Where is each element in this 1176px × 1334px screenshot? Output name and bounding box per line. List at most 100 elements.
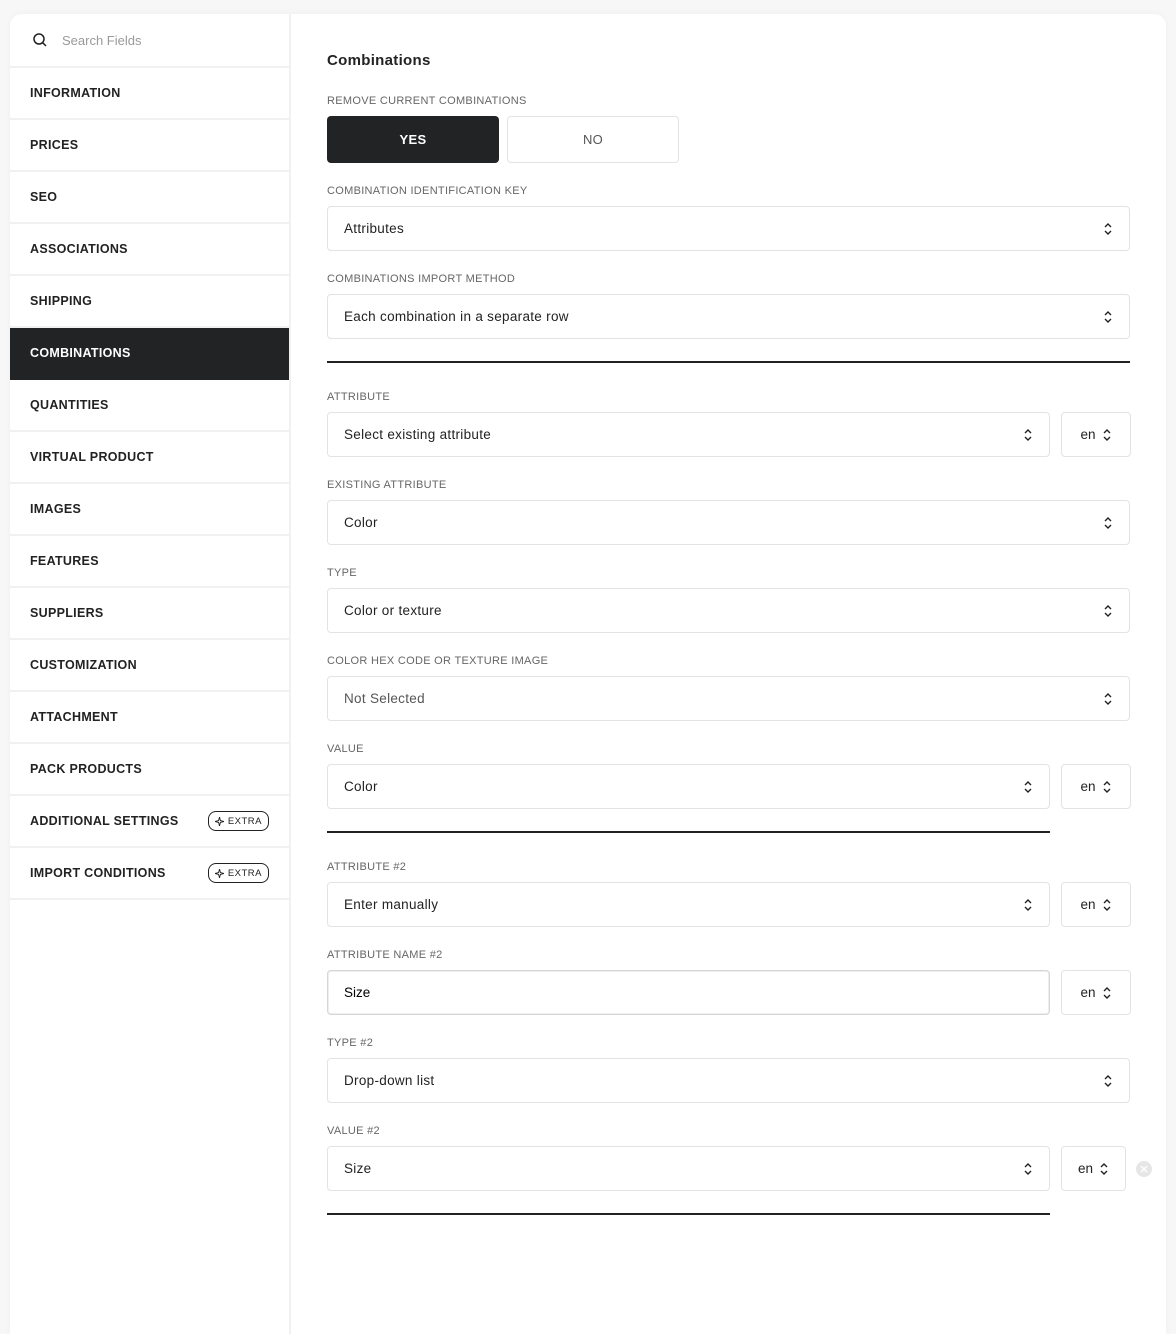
attribute-lang-select[interactable]: en — [1061, 412, 1131, 457]
value-label: VALUE — [327, 743, 364, 755]
sidebar-item-attachment[interactable]: ATTACHMENT — [10, 692, 289, 744]
sidebar-item-features[interactable]: FEATURES — [10, 536, 289, 588]
sidebar-item-quantities[interactable]: QUANTITIES — [10, 380, 289, 432]
attribute-name2-lang-select[interactable]: en — [1061, 970, 1131, 1015]
sidebar-item-pack-products[interactable]: PACK PRODUCTS — [10, 744, 289, 796]
sidebar-item-combinations[interactable]: COMBINATIONS — [10, 328, 289, 380]
color-hex-value: Not Selected — [344, 691, 425, 706]
remove-attribute-button[interactable] — [1136, 1160, 1152, 1177]
sidebar-item-label: COMBINATIONS — [30, 346, 131, 360]
sidebar-item-label: CUSTOMIZATION — [30, 658, 137, 672]
existing-attribute-value: Color — [344, 515, 378, 530]
id-key-label: COMBINATION IDENTIFICATION KEY — [327, 185, 528, 197]
chevron-updown-icon — [1100, 1162, 1108, 1175]
remove-combinations-label: REMOVE CURRENT COMBINATIONS — [327, 95, 527, 107]
sidebar-item-label: ATTACHMENT — [30, 710, 118, 724]
attribute-select[interactable]: Select existing attribute — [327, 412, 1050, 457]
sidebar-item-label: PRICES — [30, 138, 79, 152]
value2-select[interactable]: Size — [327, 1146, 1050, 1191]
sidebar-item-associations[interactable]: ASSOCIATIONS — [10, 224, 289, 276]
sidebar-item-images[interactable]: IMAGES — [10, 484, 289, 536]
remove-combinations-toggle: YES NO — [327, 116, 1166, 163]
type2-select[interactable]: Drop-down list — [327, 1058, 1130, 1103]
sidebar-item-import-conditions[interactable]: IMPORT CONDITIONS EXTRA — [10, 848, 289, 900]
type2-value: Drop-down list — [344, 1073, 435, 1088]
sidebar-item-customization[interactable]: CUSTOMIZATION — [10, 640, 289, 692]
chevron-updown-icon — [1104, 692, 1112, 705]
type-select[interactable]: Color or texture — [327, 588, 1130, 633]
sidebar-item-label: IMAGES — [30, 502, 82, 516]
yes-button[interactable]: YES — [327, 116, 499, 163]
attribute-name2-input[interactable] — [327, 970, 1050, 1015]
existing-attribute-label: EXISTING ATTRIBUTE — [327, 479, 447, 491]
chevron-updown-icon — [1103, 986, 1111, 999]
color-hex-select[interactable]: Not Selected — [327, 676, 1130, 721]
attribute2-value: Enter manually — [344, 897, 439, 912]
color-hex-label: COLOR HEX CODE OR TEXTURE IMAGE — [327, 655, 549, 667]
attribute2-select[interactable]: Enter manually — [327, 882, 1050, 927]
search-field[interactable] — [10, 14, 289, 68]
id-key-select[interactable]: Attributes — [327, 206, 1130, 251]
chevron-updown-icon — [1104, 310, 1112, 323]
extra-badge: EXTRA — [207, 811, 269, 831]
value-value: Color — [344, 779, 378, 794]
search-input[interactable] — [62, 32, 262, 48]
import-method-label: COMBINATIONS IMPORT METHOD — [327, 273, 516, 285]
sidebar-item-shipping[interactable]: SHIPPING — [10, 276, 289, 328]
sidebar-item-virtual-product[interactable]: VIRTUAL PRODUCT — [10, 432, 289, 484]
import-settings-card: INFORMATION PRICES SEO ASSOCIATIONS SHIPPING… — [10, 14, 1166, 1334]
sidebar-item-label: QUANTITIES — [30, 398, 109, 412]
chevron-updown-icon — [1104, 516, 1112, 529]
chevron-updown-icon — [1024, 898, 1032, 911]
attribute-label: ATTRIBUTE — [327, 391, 390, 403]
attribute2-lang-select[interactable]: en — [1061, 882, 1131, 927]
section-divider — [327, 831, 1050, 833]
sidebar-item-label: SEO — [30, 190, 58, 204]
close-icon — [1140, 1165, 1148, 1172]
value2-value: Size — [344, 1161, 372, 1176]
sparkle-icon — [214, 816, 224, 826]
sparkle-icon — [214, 868, 224, 878]
attribute-value: Select existing attribute — [344, 427, 492, 442]
chevron-updown-icon — [1024, 428, 1032, 441]
chevron-updown-icon — [1103, 898, 1111, 911]
sidebar-item-information[interactable]: INFORMATION — [10, 68, 289, 120]
sidebar-item-label: ASSOCIATIONS — [30, 242, 128, 256]
import-method-value: Each combination in a separate row — [344, 309, 569, 324]
value-select[interactable]: Color — [327, 764, 1050, 809]
lang-value: en — [1080, 897, 1096, 912]
id-key-value: Attributes — [344, 221, 405, 236]
value-lang-select[interactable]: en — [1061, 764, 1131, 809]
lang-value: en — [1080, 985, 1096, 1000]
attribute2-label: ATTRIBUTE #2 — [327, 861, 407, 873]
sidebar-item-suppliers[interactable]: SUPPLIERS — [10, 588, 289, 640]
chevron-updown-icon — [1104, 604, 1112, 617]
type2-label: TYPE #2 — [327, 1037, 374, 1049]
value2-lang-select[interactable]: en — [1061, 1146, 1126, 1191]
section-divider — [327, 1213, 1050, 1215]
chevron-updown-icon — [1024, 780, 1032, 793]
lang-value: en — [1080, 779, 1096, 794]
attribute-name2-label: ATTRIBUTE NAME #2 — [327, 949, 443, 961]
search-icon — [33, 33, 47, 47]
import-method-select[interactable]: Each combination in a separate row — [327, 294, 1130, 339]
page-title: Combinations — [327, 52, 431, 69]
chevron-updown-icon — [1024, 1162, 1032, 1175]
badge-label: EXTRA — [227, 867, 262, 879]
sidebar-item-label: INFORMATION — [30, 86, 121, 100]
sidebar-item-prices[interactable]: PRICES — [10, 120, 289, 172]
sidebar-item-additional-settings[interactable]: ADDITIONAL SETTINGS EXTRA — [10, 796, 289, 848]
chevron-updown-icon — [1104, 222, 1112, 235]
badge-label: EXTRA — [227, 815, 262, 827]
section-divider — [327, 361, 1130, 363]
sidebar-item-label: ADDITIONAL SETTINGS — [30, 814, 179, 828]
sidebar-item-label: FEATURES — [30, 554, 99, 568]
type-label: TYPE — [327, 567, 357, 579]
lang-value: en — [1077, 1161, 1094, 1176]
sidebar: INFORMATION PRICES SEO ASSOCIATIONS SHIPPING… — [10, 14, 291, 1334]
existing-attribute-select[interactable]: Color — [327, 500, 1130, 545]
sidebar-item-label: SHIPPING — [30, 294, 93, 308]
no-button[interactable]: NO — [507, 116, 679, 163]
sidebar-item-seo[interactable]: SEO — [10, 172, 289, 224]
chevron-updown-icon — [1104, 1074, 1112, 1087]
